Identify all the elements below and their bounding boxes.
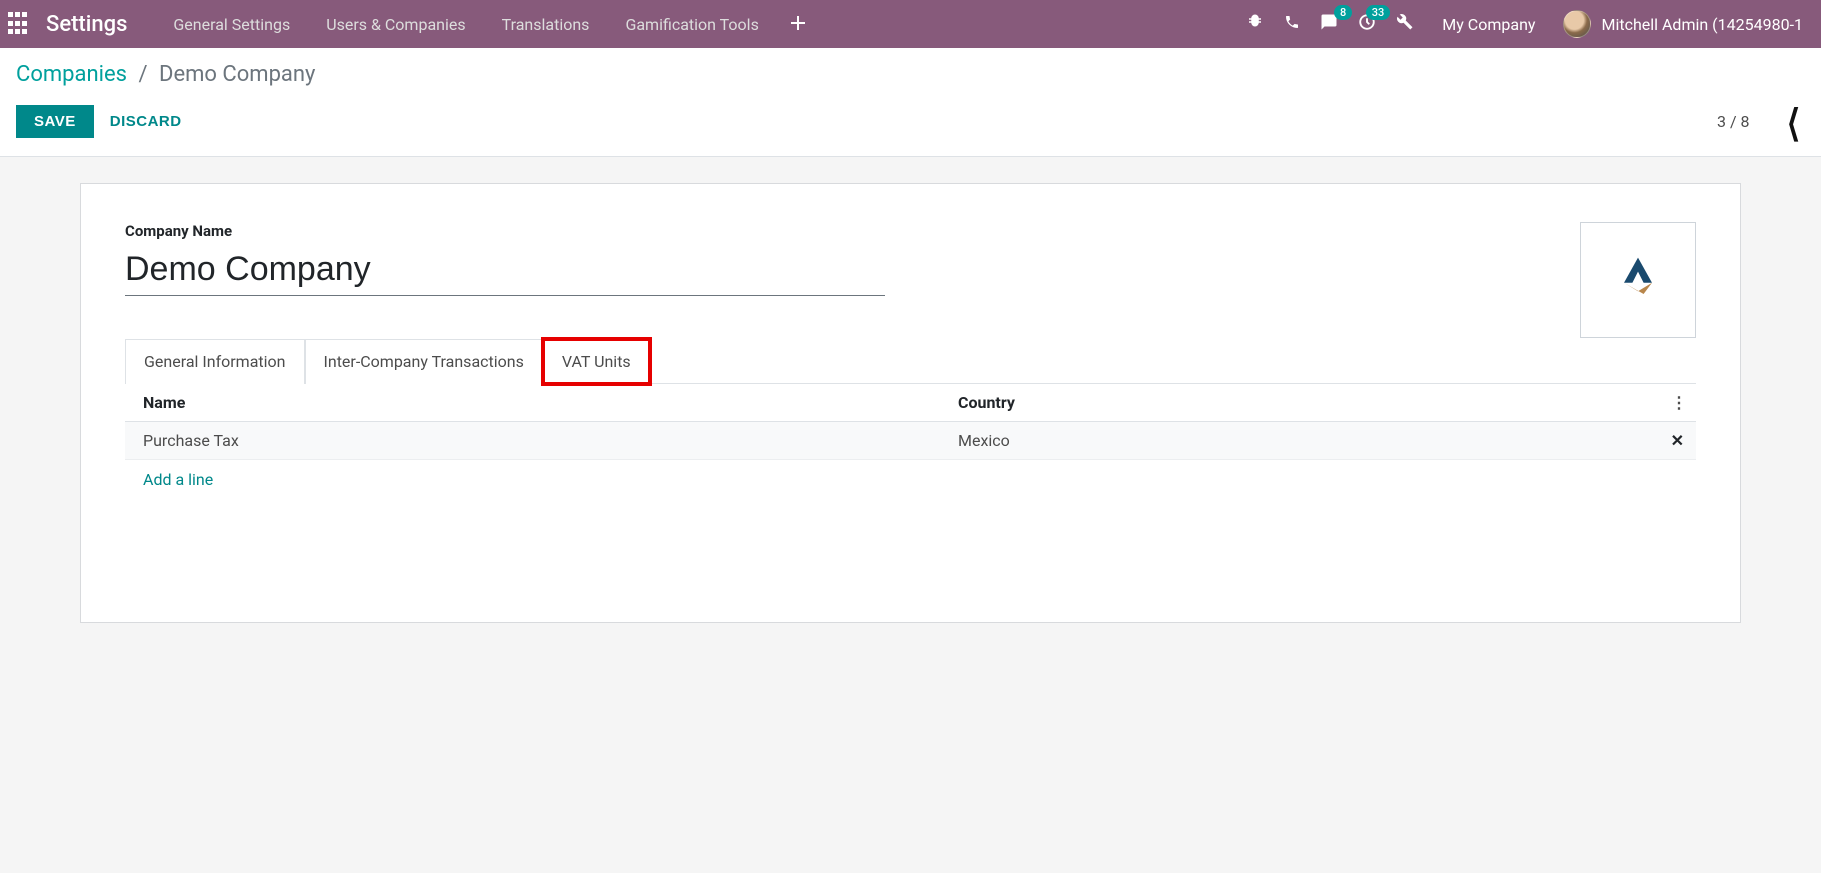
messages-badge: 8	[1334, 5, 1352, 20]
company-logo[interactable]	[1580, 222, 1696, 338]
nav-translations[interactable]: Translations	[484, 1, 608, 48]
nav-users-companies[interactable]: Users & Companies	[308, 1, 483, 48]
discard-button[interactable]: DISCARD	[110, 113, 182, 130]
table-row[interactable]: Purchase Tax Mexico ✕	[125, 422, 1696, 460]
col-header-name[interactable]: Name	[143, 393, 958, 412]
pager: 3 / 8 ❮	[1717, 105, 1805, 138]
company-switcher[interactable]: My Company	[1434, 15, 1543, 34]
add-line-link[interactable]: Add a line	[125, 460, 1696, 549]
tab-inter-company-transactions[interactable]: Inter-Company Transactions	[305, 339, 543, 384]
tab-vat-units[interactable]: VAT Units	[543, 339, 650, 384]
breadcrumb-current: Demo Company	[159, 62, 315, 87]
form-sheet: Company Name General Information Inter-C…	[80, 183, 1741, 623]
save-button[interactable]: SAVE	[16, 105, 94, 138]
tabs: General Information Inter-Company Transa…	[125, 338, 1696, 384]
breadcrumb-parent[interactable]: Companies	[16, 62, 127, 87]
phone-icon[interactable]	[1284, 14, 1300, 34]
tools-icon[interactable]	[1396, 13, 1414, 35]
tab-general-information[interactable]: General Information	[125, 339, 305, 384]
actions-row: SAVE DISCARD 3 / 8 ❮	[16, 105, 1805, 138]
breadcrumb-sep: /	[138, 62, 147, 87]
activities-badge: 33	[1366, 5, 1391, 20]
activities-icon[interactable]: 33	[1358, 13, 1376, 35]
app-title[interactable]: Settings	[46, 12, 127, 37]
col-header-country[interactable]: Country	[958, 393, 1678, 412]
table-header-row: Name Country ⋮	[125, 384, 1696, 422]
sheet-wrap: Company Name General Information Inter-C…	[0, 157, 1821, 649]
user-menu[interactable]: Mitchell Admin (14254980-1	[1563, 10, 1803, 38]
user-name: Mitchell Admin (14254980-1	[1601, 15, 1803, 34]
bug-icon[interactable]	[1246, 13, 1264, 35]
apps-menu-icon[interactable]	[8, 12, 32, 36]
logo-icon	[1610, 252, 1666, 308]
nav-right: 8 33 My Company Mitchell Admin (14254980…	[1246, 10, 1813, 38]
nav-general-settings[interactable]: General Settings	[155, 1, 308, 48]
cell-name[interactable]: Purchase Tax	[143, 431, 958, 450]
nav-add-icon[interactable]	[777, 14, 819, 35]
top-navbar: Settings General Settings Users & Compan…	[0, 0, 1821, 48]
company-name-input[interactable]	[125, 248, 885, 296]
pager-next-icon[interactable]: ❮	[1787, 102, 1800, 142]
company-name-label: Company Name	[125, 222, 1696, 240]
delete-row-icon[interactable]: ✕	[1671, 431, 1684, 450]
breadcrumb: Companies / Demo Company	[16, 62, 1805, 87]
cell-country[interactable]: Mexico	[958, 431, 1678, 450]
vat-units-table: Name Country ⋮ Purchase Tax Mexico ✕ Add…	[125, 384, 1696, 549]
control-bar: Companies / Demo Company SAVE DISCARD 3 …	[0, 48, 1821, 157]
pager-text[interactable]: 3 / 8	[1717, 112, 1750, 131]
user-avatar	[1563, 10, 1591, 38]
nav-links: General Settings Users & Companies Trans…	[155, 1, 1246, 48]
nav-gamification-tools[interactable]: Gamification Tools	[607, 1, 776, 48]
messages-icon[interactable]: 8	[1320, 13, 1338, 35]
table-options-icon[interactable]: ⋮	[1671, 393, 1688, 412]
